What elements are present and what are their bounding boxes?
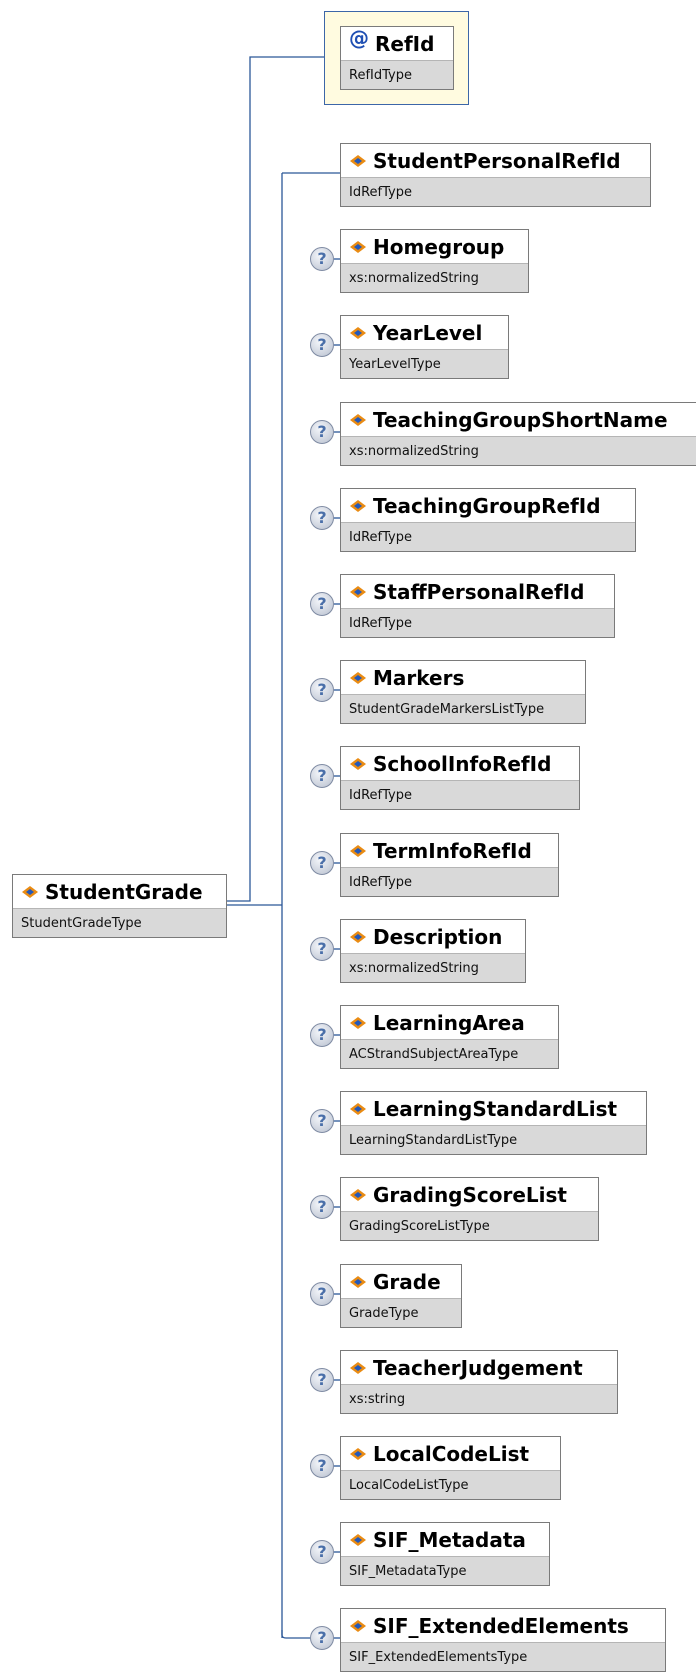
element-icon [350, 241, 366, 253]
element-grade[interactable]: Grade GradeType [340, 1264, 462, 1328]
element-type: xs:normalizedString [341, 263, 528, 292]
root-type: StudentGradeType [13, 908, 226, 937]
element-name: TeachingGroupShortName [373, 408, 668, 432]
element-schoolinforefid[interactable]: SchoolInfoRefId IdRefType [340, 746, 580, 810]
element-icon [350, 1620, 366, 1632]
element-name: Homegroup [373, 235, 505, 259]
attribute-name: RefId [375, 32, 435, 56]
element-icon [350, 672, 366, 684]
element-icon [350, 1534, 366, 1546]
element-icon [350, 1017, 366, 1029]
optional-icon: ? [310, 678, 334, 702]
element-type: GradeType [341, 1298, 461, 1327]
element-teacherjudgement[interactable]: TeacherJudgement xs:string [340, 1350, 618, 1414]
element-icon [350, 1103, 366, 1115]
element-type: SIF_ExtendedElementsType [341, 1642, 665, 1671]
element-name: Markers [373, 666, 465, 690]
element-gradingscorelist[interactable]: GradingScoreList GradingScoreListType [340, 1177, 599, 1241]
element-icon [350, 327, 366, 339]
optional-icon: ? [310, 937, 334, 961]
element-name: StaffPersonalRefId [373, 580, 585, 604]
optional-icon: ? [310, 1540, 334, 1564]
element-icon [350, 758, 366, 770]
element-icon [350, 1276, 366, 1288]
element-teachinggroupshortname[interactable]: TeachingGroupShortName xs:normalizedStrin… [340, 402, 696, 466]
attribute-refid-container: @ RefId RefIdType [324, 11, 469, 105]
element-type: xs:normalizedString [341, 953, 525, 982]
optional-icon: ? [310, 1109, 334, 1133]
element-terminforefid[interactable]: TermInfoRefId IdRefType [340, 833, 559, 897]
element-type: LocalCodeListType [341, 1470, 560, 1499]
optional-icon: ? [310, 1195, 334, 1219]
element-name: SIF_ExtendedElements [373, 1614, 629, 1638]
element-name: YearLevel [373, 321, 483, 345]
element-icon [350, 845, 366, 857]
optional-icon: ? [310, 333, 334, 357]
attribute-type: RefIdType [341, 60, 453, 89]
element-yearlevel[interactable]: YearLevel YearLevelType [340, 315, 509, 379]
element-type: IdRefType [341, 522, 635, 551]
optional-icon: ? [310, 247, 334, 271]
element-type: LearningStandardListType [341, 1125, 646, 1154]
element-localcodelist[interactable]: LocalCodeList LocalCodeListType [340, 1436, 561, 1500]
element-name: LearningStandardList [373, 1097, 618, 1121]
element-name: TermInfoRefId [373, 839, 532, 863]
element-name: SIF_Metadata [373, 1528, 526, 1552]
element-teachinggrouprefid[interactable]: TeachingGroupRefId IdRefType [340, 488, 636, 552]
optional-icon: ? [310, 1368, 334, 1392]
attribute-icon: @ [349, 26, 369, 50]
element-icon [350, 155, 366, 167]
element-learningarea[interactable]: LearningArea ACStrandSubjectAreaType [340, 1005, 559, 1069]
element-name: StudentPersonalRefId [373, 149, 621, 173]
element-sif-extendedelements[interactable]: SIF_ExtendedElements SIF_ExtendedElements… [340, 1608, 666, 1672]
element-icon [350, 500, 366, 512]
optional-icon: ? [310, 1023, 334, 1047]
element-icon [350, 1448, 366, 1460]
element-icon [22, 886, 38, 898]
element-type: GradingScoreListType [341, 1211, 598, 1240]
element-sif-metadata[interactable]: SIF_Metadata SIF_MetadataType [340, 1522, 550, 1586]
element-type: xs:normalizedString [341, 436, 696, 465]
element-type: StudentGradeMarkersListType [341, 694, 585, 723]
element-name: Grade [373, 1270, 441, 1294]
element-name: TeachingGroupRefId [373, 494, 601, 518]
optional-icon: ? [310, 506, 334, 530]
element-type: SIF_MetadataType [341, 1556, 549, 1585]
element-type: IdRefType [341, 780, 579, 809]
element-icon [350, 586, 366, 598]
optional-icon: ? [310, 851, 334, 875]
element-studentpersonalrefid[interactable]: StudentPersonalRefId IdRefType [340, 143, 651, 207]
element-learningstandardlist[interactable]: LearningStandardList LearningStandardList… [340, 1091, 647, 1155]
element-markers[interactable]: Markers StudentGradeMarkersListType [340, 660, 586, 724]
element-name: GradingScoreList [373, 1183, 567, 1207]
element-icon [350, 414, 366, 426]
element-name: TeacherJudgement [373, 1356, 583, 1380]
element-icon [350, 1362, 366, 1374]
element-icon [350, 931, 366, 943]
optional-icon: ? [310, 764, 334, 788]
element-name: Description [373, 925, 503, 949]
optional-icon: ? [310, 1282, 334, 1306]
root-element[interactable]: StudentGrade StudentGradeType [12, 874, 227, 938]
element-name: LearningArea [373, 1011, 525, 1035]
element-type: xs:string [341, 1384, 617, 1413]
element-name: SchoolInfoRefId [373, 752, 552, 776]
element-description[interactable]: Description xs:normalizedString [340, 919, 526, 983]
element-icon [350, 1189, 366, 1201]
element-homegroup[interactable]: Homegroup xs:normalizedString [340, 229, 529, 293]
element-type: ACStrandSubjectAreaType [341, 1039, 558, 1068]
optional-icon: ? [310, 420, 334, 444]
optional-icon: ? [310, 1454, 334, 1478]
attribute-refid[interactable]: @ RefId RefIdType [340, 26, 454, 90]
element-staffpersonalrefid[interactable]: StaffPersonalRefId IdRefType [340, 574, 615, 638]
element-type: YearLevelType [341, 349, 508, 378]
element-type: IdRefType [341, 608, 614, 637]
root-name: StudentGrade [45, 880, 203, 904]
element-name: LocalCodeList [373, 1442, 530, 1466]
optional-icon: ? [310, 592, 334, 616]
element-type: IdRefType [341, 867, 558, 896]
element-type: IdRefType [341, 177, 650, 206]
optional-icon: ? [310, 1626, 334, 1650]
